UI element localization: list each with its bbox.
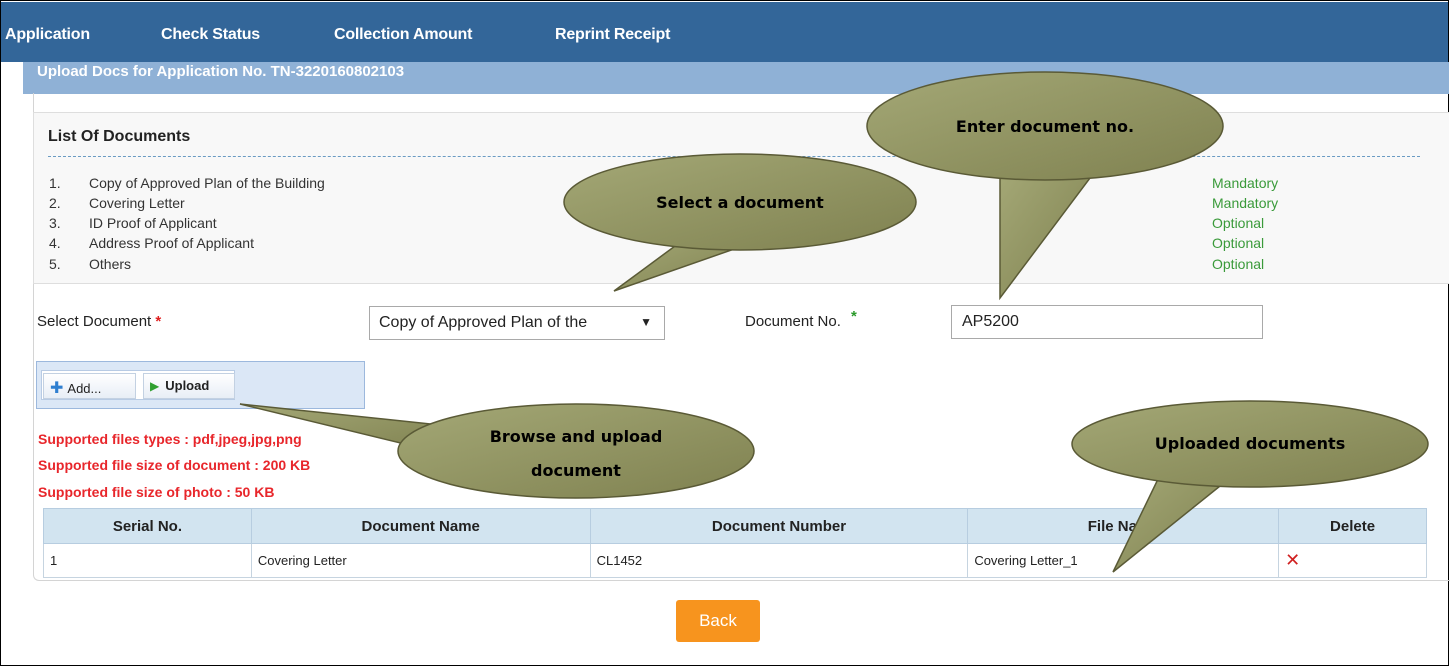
callout-text-browse-upload-1: Browse and upload <box>489 427 663 446</box>
callout-text-enter-doc-no: Enter document no. <box>955 117 1135 136</box>
callout-text-select-doc: Select a document <box>656 193 824 212</box>
callout-layer <box>239 71 1429 573</box>
callout-uploaded-docs <box>1071 400 1429 573</box>
callout-enter-doc-no <box>866 71 1224 301</box>
callout-browse-upload <box>239 403 755 499</box>
callout-select-doc <box>563 153 917 292</box>
callout-text-browse-upload-2: document <box>531 461 621 480</box>
callout-text-uploaded-docs: Uploaded documents <box>1154 434 1346 453</box>
